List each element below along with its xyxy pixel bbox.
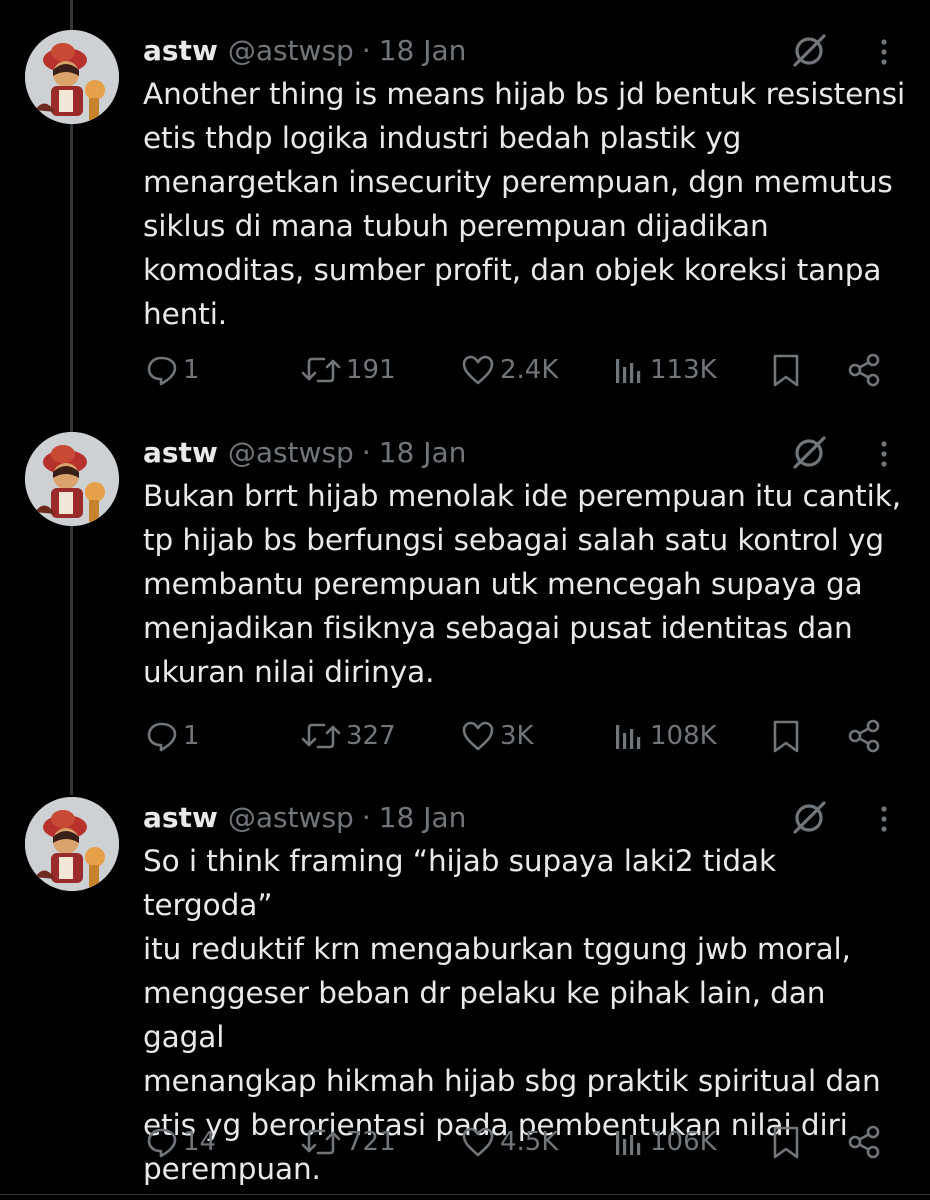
bookmark-icon	[773, 720, 799, 753]
views-icon	[616, 725, 641, 749]
like-icon	[462, 1127, 494, 1157]
tweet-text: Another thing is means hijab bs jd bentu…	[143, 77, 906, 331]
bookmark-button[interactable]	[770, 714, 802, 758]
separator-dot: ·	[361, 33, 371, 67]
display-name[interactable]: astw	[143, 34, 218, 67]
share-icon	[848, 1125, 880, 1159]
repost-count: 327	[346, 721, 396, 751]
repost-button[interactable]: 191	[300, 348, 396, 392]
tweet-text: Bukan brrt hijab menolak ide perempuan i…	[143, 479, 902, 689]
more-icon[interactable]	[872, 34, 896, 70]
user-handle[interactable]: @astwsp	[228, 801, 354, 834]
reply-count: 1	[183, 355, 200, 385]
views-button[interactable]: 108K	[612, 714, 717, 758]
like-button[interactable]: 2.4K	[460, 348, 558, 392]
grok-icon[interactable]	[790, 434, 828, 472]
reply-count: 14	[183, 1127, 217, 1157]
tweet-actions: 1 327 3K 108K	[0, 714, 930, 758]
repost-count: 721	[346, 1127, 396, 1157]
avatar-image	[25, 30, 119, 124]
reply-icon	[147, 722, 177, 752]
like-icon	[462, 721, 494, 751]
reply-button[interactable]: 1	[145, 348, 200, 392]
share-button[interactable]	[846, 714, 882, 758]
grok-icon[interactable]	[790, 799, 828, 837]
views-icon	[616, 1131, 641, 1155]
bookmark-button[interactable]	[770, 348, 802, 392]
views-button[interactable]: 113K	[612, 348, 717, 392]
bookmark-button[interactable]	[770, 1120, 802, 1164]
like-button[interactable]: 3K	[460, 714, 534, 758]
repost-icon	[301, 1129, 341, 1155]
tweet-header: astw @astwsp · 18 Jan	[143, 30, 466, 70]
like-count: 4.5K	[500, 1127, 559, 1157]
share-button[interactable]	[846, 1120, 882, 1164]
share-button[interactable]	[846, 348, 882, 392]
reply-count: 1	[183, 721, 200, 751]
share-icon	[848, 353, 880, 387]
repost-count: 191	[346, 355, 396, 385]
display-name[interactable]: astw	[143, 801, 218, 834]
separator-dot: ·	[361, 800, 371, 834]
repost-button[interactable]: 327	[300, 714, 396, 758]
repost-icon	[301, 357, 341, 383]
tweet-actions: 14 721 4.5K 106K	[0, 1120, 930, 1164]
separator-dot: ·	[361, 435, 371, 469]
view-count: 106K	[650, 1127, 717, 1157]
tweet-date[interactable]: 18 Jan	[379, 436, 467, 469]
reply-button[interactable]: 14	[145, 1120, 216, 1164]
like-count: 2.4K	[500, 355, 559, 385]
tweet-header: astw @astwsp · 18 Jan	[143, 797, 466, 837]
like-count: 3K	[500, 721, 534, 751]
view-count: 108K	[650, 721, 717, 751]
user-handle[interactable]: @astwsp	[228, 436, 354, 469]
reply-icon	[147, 1128, 177, 1158]
avatar-image	[25, 797, 119, 891]
repost-icon	[301, 723, 341, 749]
grok-icon[interactable]	[790, 32, 828, 70]
views-icon	[616, 359, 641, 383]
repost-button[interactable]: 721	[300, 1120, 396, 1164]
share-icon	[848, 719, 880, 753]
avatar[interactable]	[25, 432, 119, 526]
tweet-header: astw @astwsp · 18 Jan	[143, 432, 466, 472]
tweet-date[interactable]: 18 Jan	[379, 801, 467, 834]
divider	[0, 1194, 930, 1195]
avatar[interactable]	[25, 797, 119, 891]
reply-icon	[147, 356, 177, 386]
like-button[interactable]: 4.5K	[460, 1120, 558, 1164]
tweet-date[interactable]: 18 Jan	[379, 34, 467, 67]
display-name[interactable]: astw	[143, 436, 218, 469]
avatar[interactable]	[25, 30, 119, 124]
like-icon	[462, 355, 494, 385]
bookmark-icon	[773, 354, 799, 387]
bookmark-icon	[773, 1126, 799, 1159]
user-handle[interactable]: @astwsp	[228, 34, 354, 67]
avatar-image	[25, 432, 119, 526]
more-icon[interactable]	[872, 436, 896, 472]
views-button[interactable]: 106K	[612, 1120, 717, 1164]
view-count: 113K	[650, 355, 717, 385]
tweet-actions: 1 191 2.4K 113K	[0, 348, 930, 392]
reply-button[interactable]: 1	[145, 714, 200, 758]
more-icon[interactable]	[872, 801, 896, 837]
